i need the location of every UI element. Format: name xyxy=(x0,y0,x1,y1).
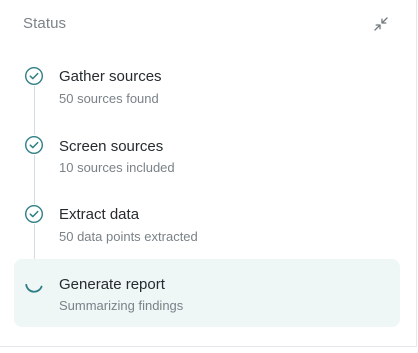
spinner-icon xyxy=(24,274,44,294)
check-circle-icon xyxy=(24,135,44,155)
step-screen-sources: Screen sources 10 sources included xyxy=(14,127,400,187)
step-extract-data: Extract data 50 data points extracted xyxy=(14,196,400,256)
step-detail: 50 data points extracted xyxy=(59,229,198,244)
step-label: Extract data xyxy=(59,206,140,223)
check-circle-icon xyxy=(24,204,44,224)
step-label: Generate report xyxy=(59,276,165,293)
status-panel: Status Gather sources 50 sources found S… xyxy=(0,0,417,347)
step-label: Screen sources xyxy=(59,138,164,155)
step-label: Gather sources xyxy=(59,68,162,85)
status-steps: Gather sources 50 sources found Screen s… xyxy=(0,0,417,347)
step-gather-sources: Gather sources 50 sources found xyxy=(14,58,400,118)
check-circle-icon xyxy=(24,66,44,86)
step-detail: 10 sources included xyxy=(59,160,175,175)
step-detail: 50 sources found xyxy=(59,91,159,106)
step-generate-report: Generate report Summarizing findings xyxy=(14,259,400,327)
step-detail: Summarizing findings xyxy=(59,298,184,313)
